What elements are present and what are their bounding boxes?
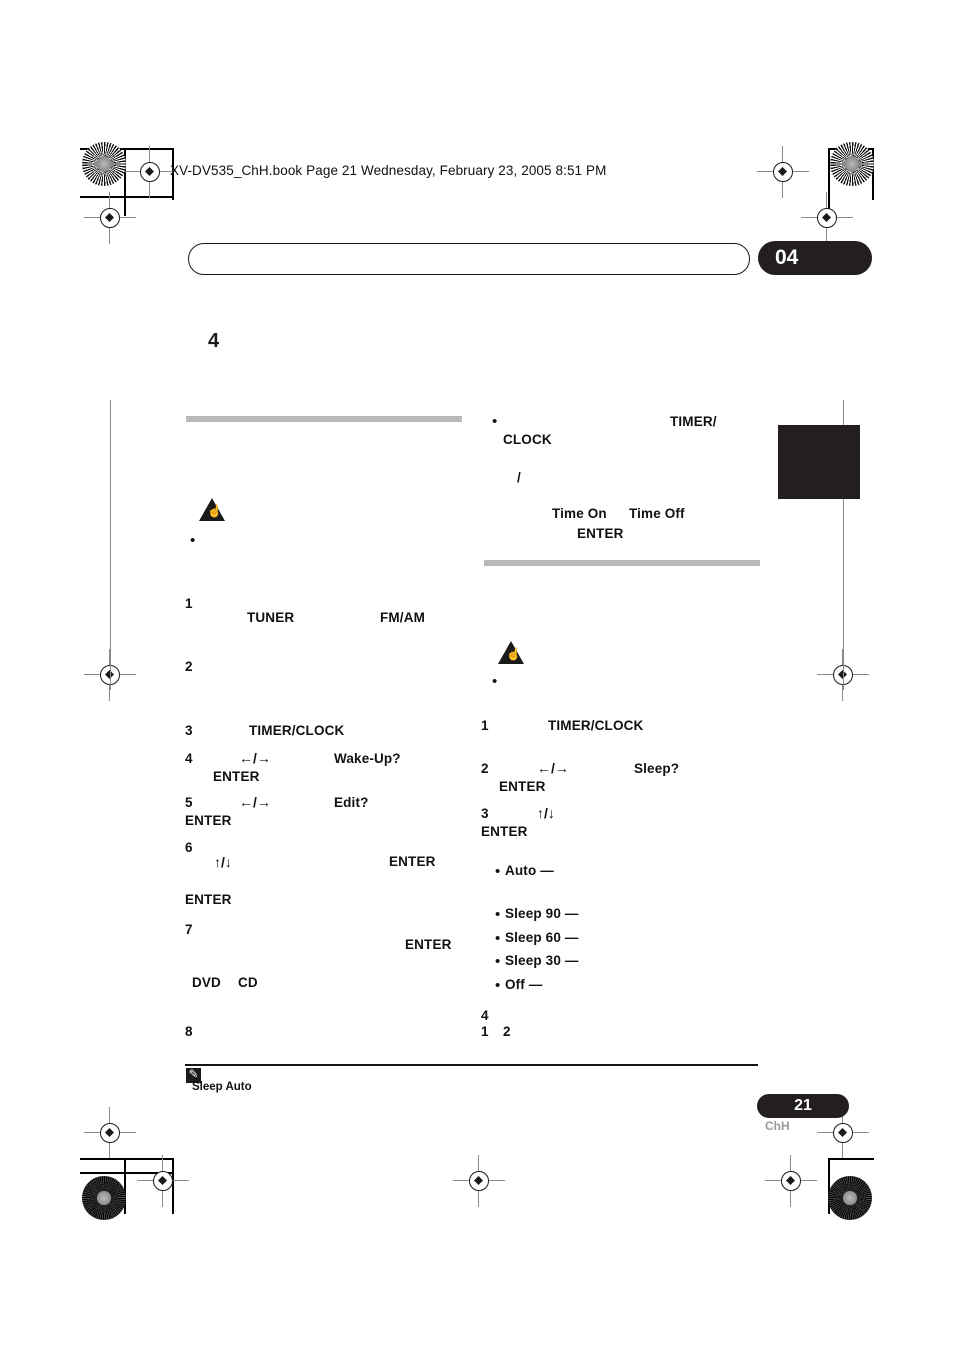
sleep-option-label-3: Sleep 30 —: [505, 953, 579, 968]
right-step-3-keyword-enter: ENTER: [481, 824, 528, 839]
registration-mark-top-left: [124, 146, 176, 198]
section-number: 4: [208, 330, 220, 352]
left-step-5-keyword-edit: Edit?: [334, 795, 369, 810]
left-step-6-keyword-enter-b: ENTER: [185, 892, 232, 907]
right-note-keyword-enter: ENTER: [577, 526, 624, 541]
left-step-4-arrows: ←/→: [239, 750, 271, 766]
right-note-keyword-clock: CLOCK: [503, 432, 552, 447]
sleep-option-bullet-4: •: [495, 977, 501, 994]
right-step-3-number: 3: [481, 806, 489, 821]
left-step-7-keyword-cd: CD: [238, 975, 258, 990]
chapter-badge: 04: [758, 241, 872, 275]
trim-guide-left: [110, 400, 111, 690]
right-ref-number-1: 1: [481, 1024, 489, 1039]
sleep-option-bullet-3: •: [495, 953, 501, 970]
registration-mark-right-lower: [817, 1107, 869, 1159]
left-step-2-number: 2: [185, 659, 193, 674]
page-number: 21: [794, 1097, 812, 1114]
rosette-mark-top-right: [830, 142, 874, 186]
right-step-1-keyword-timer-clock: TIMER/CLOCK: [548, 718, 644, 733]
left-step-4-keyword-enter: ENTER: [213, 769, 260, 784]
rosette-mark-top-left: [82, 142, 126, 186]
sleep-option-label-0: Auto —: [505, 863, 554, 878]
right-note-keyword-timer: TIMER/: [670, 414, 717, 429]
left-step-7-number: 7: [185, 922, 193, 937]
left-column-section-rule: [186, 416, 462, 422]
left-step-6-keyword-enter-a: ENTER: [389, 854, 436, 869]
sleep-option-label-1: Sleep 90 —: [505, 906, 579, 921]
registration-mark-top-center: [757, 146, 809, 198]
warning-hand-glyph: ☝: [207, 504, 222, 518]
right-step-4-number: 4: [481, 1008, 489, 1023]
left-step-1-keyword-fm-am: FM/AM: [380, 610, 425, 625]
left-step-5-keyword-enter: ENTER: [185, 813, 232, 828]
left-step-1-keyword-tuner: TUNER: [247, 610, 295, 625]
chapter-badge-number: 04: [775, 246, 799, 269]
left-step-4-keyword-wake-up: Wake-Up?: [334, 751, 401, 766]
sleep-option-label-4: Off —: [505, 977, 543, 992]
rosette-mark-bottom-left: [82, 1176, 126, 1220]
right-step-3-arrows: ↑/↓: [537, 805, 555, 821]
left-step-5-arrows: ←/→: [239, 794, 271, 810]
right-step-2-number: 2: [481, 761, 489, 776]
right-note-keyword-time-on: Time On: [552, 506, 607, 521]
caution-bullet-marker: •: [190, 532, 196, 549]
right-ref-number-2: 2: [503, 1024, 511, 1039]
sleep-option-bullet-2: •: [495, 930, 501, 947]
registration-mark-bottom-right: [765, 1155, 817, 1207]
right-step-1-number: 1: [481, 718, 489, 733]
warning-triangle-icon: ☝: [199, 498, 225, 521]
left-step-7-keyword-dvd: DVD: [192, 975, 221, 990]
right-column-section-rule: [484, 560, 760, 566]
running-head-bar: [188, 243, 750, 275]
left-step-6-number: 6: [185, 840, 193, 855]
right-step-2-arrows: ←/→: [537, 760, 569, 776]
sleep-option-bullet-0: •: [495, 863, 501, 880]
sleep-option-bullet-1: •: [495, 906, 501, 923]
right-note-bullet-marker: •: [492, 413, 498, 430]
warning-triangle-icon-right: ☝: [498, 641, 524, 664]
book-file-header: XV-DV535_ChH.book Page 21 Wednesday, Feb…: [170, 163, 607, 178]
registration-mark-left-upper: [84, 192, 136, 244]
registration-mark-left-lower: [84, 1107, 136, 1159]
registration-mark-right-upper: [801, 192, 853, 244]
right-step-2-keyword-sleep: Sleep?: [634, 761, 680, 776]
left-step-3-keyword-timer-clock: TIMER/CLOCK: [249, 723, 345, 738]
footnote-text: Sleep Auto: [192, 1081, 252, 1093]
left-step-7-keyword-enter: ENTER: [405, 937, 452, 952]
page-number-badge: 21: [757, 1094, 849, 1118]
right-caution-bullet-marker: •: [492, 673, 498, 690]
side-index-tab: [778, 425, 860, 499]
registration-mark-bottom-center: [453, 1155, 505, 1207]
left-step-6-arrows: ↑/↓: [214, 854, 232, 870]
left-step-3-number: 3: [185, 723, 193, 738]
footnote-rule: [185, 1064, 758, 1067]
left-step-1-number: 1: [185, 596, 193, 611]
left-step-5-number: 5: [185, 795, 193, 810]
sleep-option-label-2: Sleep 60 —: [505, 930, 579, 945]
warning-hand-glyph-right: ☝: [506, 647, 521, 661]
right-step-2-keyword-enter: ENTER: [499, 779, 546, 794]
page-language-code: ChH: [765, 1119, 790, 1133]
right-note-keyword-time-off: Time Off: [629, 506, 685, 521]
registration-mark-bottom-left: [137, 1155, 189, 1207]
left-step-4-number: 4: [185, 751, 193, 766]
left-step-8-number: 8: [185, 1024, 193, 1039]
rosette-mark-bottom-right: [828, 1176, 872, 1220]
right-note-slash: /: [517, 470, 521, 485]
